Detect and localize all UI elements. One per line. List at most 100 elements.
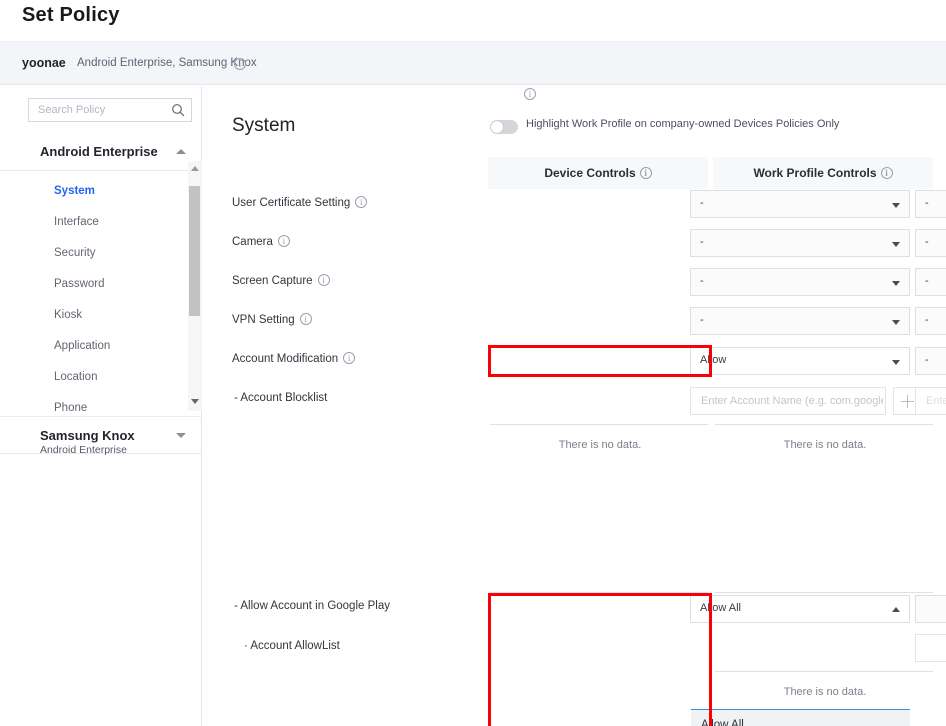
sidebar-item-kiosk[interactable]: Kiosk bbox=[54, 309, 82, 321]
sidebar-nav-list: System Interface Security Password Kiosk… bbox=[0, 161, 202, 411]
info-icon[interactable]: i bbox=[524, 88, 536, 100]
select-allow-account-google-play-device[interactable]: Allow All bbox=[690, 595, 910, 623]
sidebar-group-samsung-knox[interactable]: Samsung Knox Android Enterprise bbox=[0, 416, 202, 456]
search-input[interactable] bbox=[36, 99, 170, 121]
select-camera-work[interactable]: - bbox=[915, 229, 946, 257]
page-title: Set Policy bbox=[22, 4, 120, 26]
row-label-text: Screen Capture bbox=[232, 275, 313, 287]
info-icon[interactable]: i bbox=[234, 58, 246, 70]
select-allow-account-google-play-work[interactable] bbox=[915, 595, 946, 623]
sidebar-scrollbar-thumb[interactable] bbox=[189, 186, 200, 316]
sidebar-item-phone[interactable]: Phone bbox=[54, 402, 87, 411]
info-icon[interactable]: i bbox=[639, 167, 652, 179]
sidebar: Android Enterprise System Interface Secu… bbox=[0, 86, 202, 726]
chevron-down-icon[interactable] bbox=[176, 433, 186, 438]
sidebar-item-password[interactable]: Password bbox=[54, 278, 105, 290]
row-label-text: Account Modification bbox=[232, 353, 339, 365]
chevron-down-icon bbox=[892, 203, 900, 208]
blocklist-device-empty-text: There is no data. bbox=[558, 439, 642, 451]
divider bbox=[715, 424, 933, 425]
info-icon[interactable]: i bbox=[343, 352, 356, 364]
allow-account-google-play-dropdown-menu[interactable]: Allow All Allow only MGP Account Allow M… bbox=[691, 709, 910, 726]
dropdown-option-allow-all[interactable]: Allow All bbox=[691, 710, 910, 726]
info-icon[interactable]: i bbox=[277, 235, 290, 247]
account-allowlist-work-input-wrap[interactable] bbox=[915, 634, 946, 662]
select-vpn-setting-work[interactable]: - bbox=[915, 307, 946, 335]
select-value: - bbox=[700, 236, 704, 248]
account-blocklist-work-input[interactable] bbox=[924, 388, 946, 414]
row-label-allow-account-google-play: - Allow Account in Google Play bbox=[234, 600, 390, 612]
account-allowlist-work-input[interactable] bbox=[924, 635, 946, 661]
sidebar-group-title: Android Enterprise bbox=[40, 144, 158, 159]
divider bbox=[715, 592, 933, 593]
row-label-user-certificate-setting: User Certificate Setting i bbox=[232, 196, 368, 209]
highlight-box-account-modification bbox=[488, 345, 712, 377]
breadcrumb-user: yoonae bbox=[22, 56, 66, 70]
column-header-work-profile-controls: Work Profile Controls i bbox=[713, 157, 933, 189]
select-value: - bbox=[925, 314, 929, 326]
row-label-text: User Certificate Setting bbox=[232, 197, 351, 209]
select-user-certificate-setting-device[interactable]: - bbox=[690, 190, 910, 218]
select-account-modification-work[interactable]: - bbox=[915, 347, 946, 375]
section-heading: System bbox=[232, 115, 296, 136]
info-icon[interactable]: i bbox=[880, 167, 893, 179]
row-label-screen-capture: Screen Capture i bbox=[232, 274, 330, 287]
row-label-text: VPN Setting bbox=[232, 314, 295, 326]
row-label-text: Camera bbox=[232, 236, 273, 248]
row-label-account-modification: Account Modification i bbox=[232, 352, 356, 365]
account-blocklist-work-input-wrap[interactable] bbox=[915, 387, 946, 415]
scroll-up-arrow-icon[interactable] bbox=[191, 166, 199, 171]
row-label-camera: Camera i bbox=[232, 235, 290, 248]
highlight-work-profile-label: Highlight Work Profile on company-owned … bbox=[526, 118, 840, 130]
select-camera-device[interactable]: - bbox=[690, 229, 910, 257]
app-root: Set Policy yoonae Android Enterprise, Sa… bbox=[0, 0, 946, 726]
select-value: - bbox=[925, 275, 929, 287]
sidebar-group-title: Samsung Knox bbox=[40, 428, 135, 443]
toggle-knob bbox=[491, 121, 503, 133]
divider bbox=[490, 592, 708, 593]
divider bbox=[715, 671, 933, 672]
search-icon[interactable] bbox=[171, 103, 185, 117]
info-icon[interactable]: i bbox=[355, 196, 368, 208]
select-screen-capture-work[interactable]: - bbox=[915, 268, 946, 296]
column-header-label: Device Controls bbox=[544, 166, 636, 180]
select-user-certificate-setting-work[interactable]: - bbox=[915, 190, 946, 218]
sidebar-item-application[interactable]: Application bbox=[54, 340, 110, 352]
select-value: - bbox=[925, 354, 929, 366]
row-label-account-blocklist: - Account Blocklist bbox=[234, 392, 328, 404]
breadcrumb-bar: yoonae Android Enterprise, Samsung Knox … bbox=[0, 41, 946, 85]
row-label-account-allowlist: · Account AllowList bbox=[244, 640, 340, 652]
select-value: - bbox=[700, 197, 704, 209]
main-content: System Highlight Work Profile on company… bbox=[202, 86, 946, 726]
chevron-up-icon bbox=[892, 607, 900, 612]
sidebar-item-system[interactable]: System bbox=[54, 185, 95, 197]
highlight-work-profile-toggle[interactable] bbox=[490, 120, 518, 134]
column-header-label: Work Profile Controls bbox=[753, 166, 877, 180]
allowlist-work-empty-text: There is no data. bbox=[783, 686, 867, 698]
divider bbox=[490, 424, 708, 425]
sidebar-item-interface[interactable]: Interface bbox=[54, 216, 99, 228]
highlight-box-allow-account-google-play bbox=[488, 593, 712, 726]
select-value: - bbox=[925, 236, 929, 248]
chevron-down-icon bbox=[892, 360, 900, 365]
select-value: Allow bbox=[700, 354, 727, 366]
account-blocklist-device-input-wrap[interactable] bbox=[690, 387, 886, 415]
select-account-modification-device[interactable]: Allow bbox=[690, 347, 910, 375]
select-value: - bbox=[700, 314, 704, 326]
select-vpn-setting-device[interactable]: - bbox=[690, 307, 910, 335]
row-label-vpn-setting: VPN Setting i bbox=[232, 313, 312, 326]
scroll-down-arrow-icon[interactable] bbox=[191, 399, 199, 404]
blocklist-work-empty-text: There is no data. bbox=[783, 439, 867, 451]
info-icon[interactable]: i bbox=[299, 313, 312, 325]
info-icon[interactable]: i bbox=[317, 274, 330, 286]
select-screen-capture-device[interactable]: - bbox=[690, 268, 910, 296]
sidebar-item-location[interactable]: Location bbox=[54, 371, 97, 383]
sidebar-group-subtitle: Android Enterprise bbox=[40, 444, 127, 456]
sidebar-item-security[interactable]: Security bbox=[54, 247, 96, 259]
chevron-up-icon[interactable] bbox=[176, 149, 186, 154]
select-value: - bbox=[925, 197, 929, 209]
chevron-down-icon bbox=[892, 320, 900, 325]
account-blocklist-device-input[interactable] bbox=[699, 388, 885, 414]
select-value: Allow All bbox=[700, 602, 741, 614]
search-policy-box[interactable] bbox=[28, 98, 192, 122]
